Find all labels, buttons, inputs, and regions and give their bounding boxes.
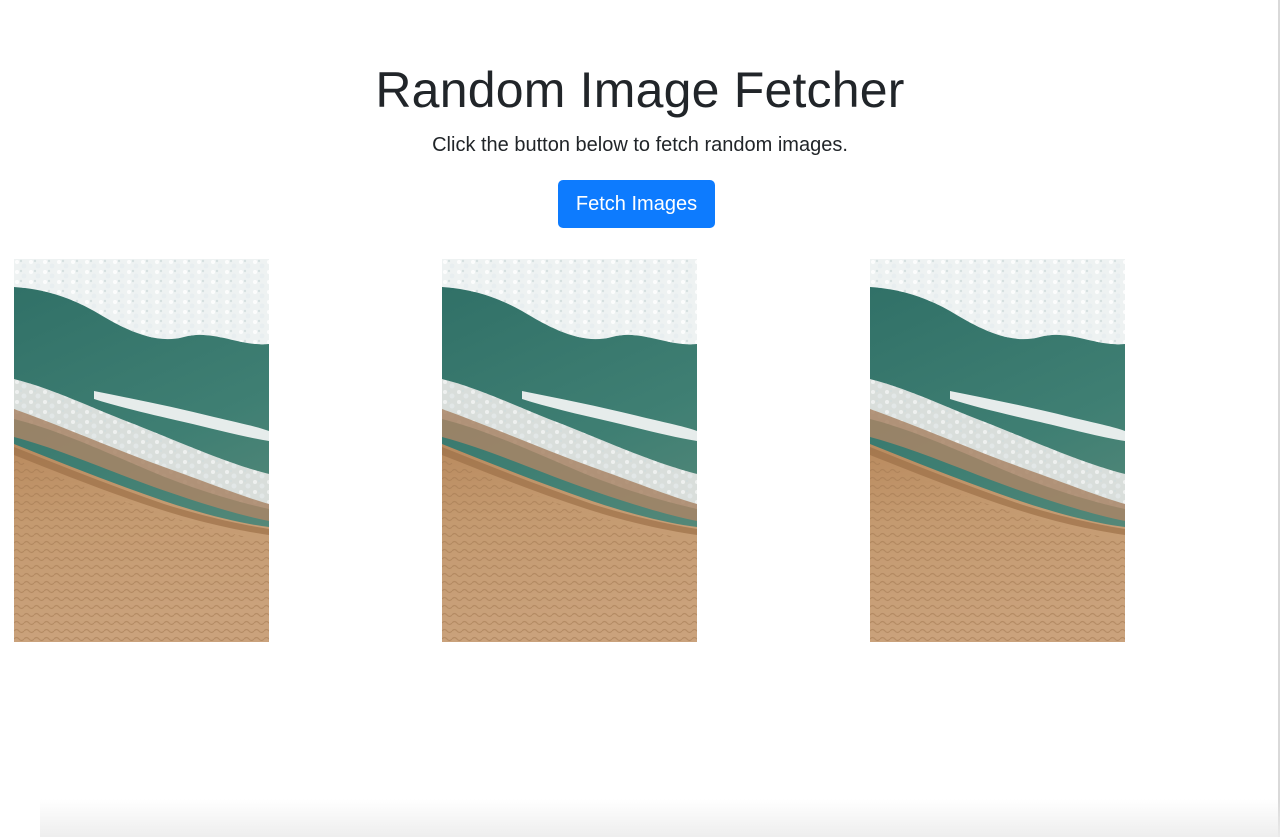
gallery-image-1 [14, 259, 269, 642]
page-subtitle: Click the button below to fetch random i… [432, 134, 848, 156]
gallery-image-3 [870, 259, 1125, 642]
page: Random Image Fetcher Click the button be… [0, 0, 1280, 837]
beach-image [442, 259, 697, 642]
bottom-shadow [40, 799, 1280, 837]
gallery-image-2 [442, 259, 697, 642]
beach-image [14, 259, 269, 642]
beach-image [870, 259, 1125, 642]
page-title: Random Image Fetcher [375, 62, 905, 118]
fetch-images-button[interactable]: Fetch Images [558, 180, 715, 228]
